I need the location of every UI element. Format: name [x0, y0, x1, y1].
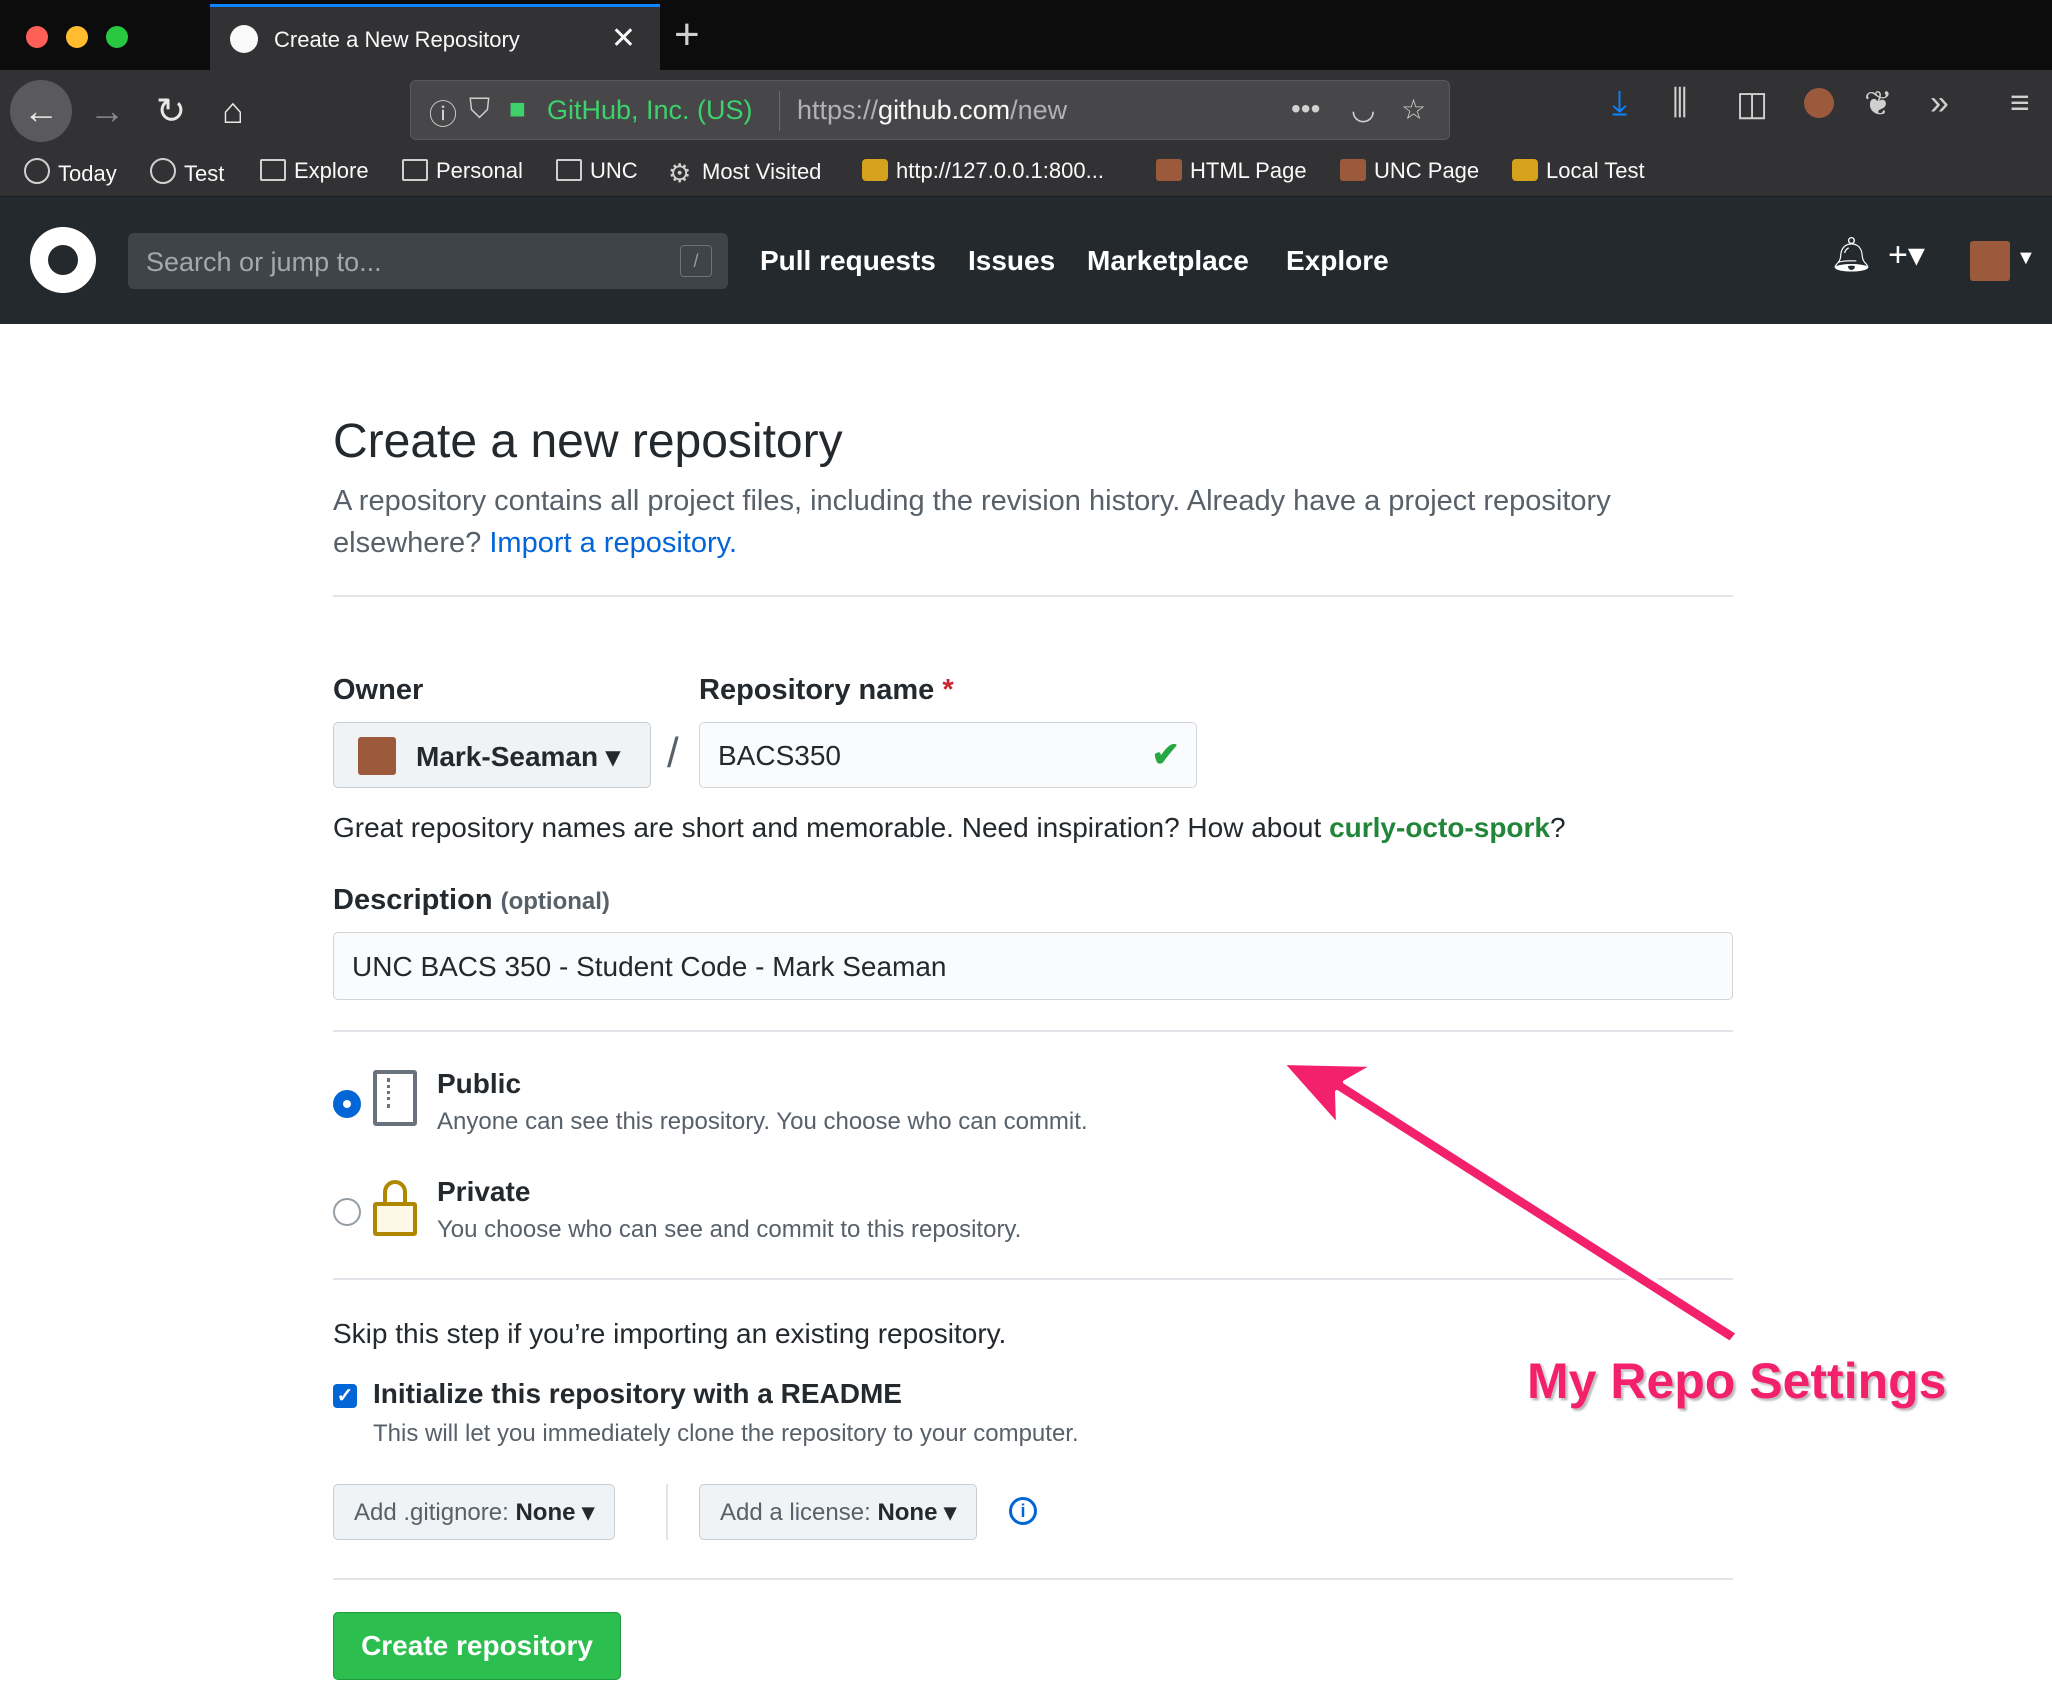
annotation-arrow-shape [1280, 1061, 1740, 1345]
annotation-label: My Repo Settings [1527, 1353, 1947, 1409]
annotation-arrow [1280, 1061, 1740, 1345]
